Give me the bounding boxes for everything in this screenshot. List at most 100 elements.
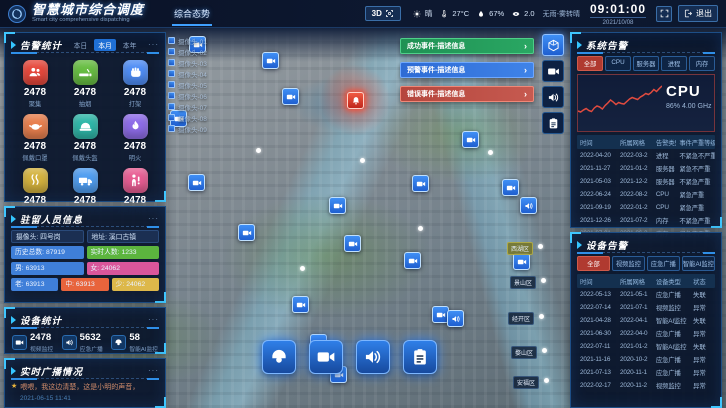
map-device-list-item[interactable]: 摄像头-04 — [168, 69, 207, 78]
panel-menu-button[interactable]: ··· — [148, 40, 159, 49]
alarm-period-tab[interactable]: 本日 — [70, 39, 92, 51]
video-camera-button[interactable] — [309, 340, 343, 374]
alarm-stat-card[interactable]: 2478 明火 — [111, 112, 159, 164]
panel-title: 告警统计 — [20, 38, 62, 52]
system-alarm-tab[interactable]: CPU — [605, 56, 631, 71]
panel-menu-button[interactable]: ··· — [148, 315, 159, 324]
map-device-list-item[interactable]: 摄像头-09 — [168, 124, 207, 133]
alarm-marker[interactable] — [347, 92, 364, 109]
camera-marker[interactable] — [282, 88, 299, 105]
chevron-right-icon[interactable]: › — [524, 90, 527, 99]
district-label: 景山区 — [510, 276, 536, 289]
map-device-list-item[interactable]: 摄像头-03 — [168, 58, 207, 67]
truck-icon — [73, 168, 98, 193]
broadcast-devices-button[interactable] — [542, 86, 564, 108]
table-row[interactable]: 2021-04-28 2022-04-1 智能AI监控 失联 — [577, 314, 715, 327]
event-toast[interactable]: 成功事件-描述信息 › — [400, 38, 534, 54]
alarm-stat-card[interactable]: 2478 佩戴口罩 — [11, 112, 59, 164]
video-monitor-button[interactable] — [542, 60, 564, 82]
event-toast[interactable]: 错误事件-描述信息 › — [400, 86, 534, 102]
speaker-marker[interactable] — [520, 197, 537, 214]
device-alarm-tab[interactable]: 应急广播 — [647, 256, 680, 271]
map-device-list-item[interactable]: 摄像头-07 — [168, 102, 207, 111]
event-toast[interactable]: 预警事件-描述信息 › — [400, 62, 534, 78]
ai-monitor-button[interactable] — [262, 340, 296, 374]
toast-label: 预警事件-描述信息 — [407, 65, 465, 75]
3d-mode-label: 3D — [372, 9, 382, 18]
map-device-list-item[interactable]: 摄像头-05 — [168, 80, 207, 89]
table-row[interactable]: 2022-06-24 2022-08-2 CPU 紧急严重 — [577, 188, 715, 201]
system-alarm-tab[interactable]: 服务器 — [633, 56, 659, 71]
fullscreen-button[interactable] — [656, 6, 672, 22]
cpu-load-chart: CPU 86% 4.00 GHz — [577, 74, 715, 132]
flame-icon — [123, 114, 148, 139]
camera-marker[interactable] — [462, 131, 479, 148]
system-alarm-tab[interactable]: 内存 — [689, 56, 715, 71]
device-stat-item[interactable]: 58 智能AI监控 — [111, 333, 158, 353]
alarm-count: 2478 — [111, 195, 159, 206]
system-alarm-tab[interactable]: 全部 — [577, 56, 603, 71]
camera-marker[interactable] — [412, 175, 429, 192]
table-row[interactable]: 2021-12-26 2021-07-2 内存 不紧急严重 — [577, 214, 715, 227]
dome-icon — [111, 335, 126, 350]
temperature-value: 27°C — [452, 9, 469, 18]
camera-marker[interactable] — [404, 252, 421, 269]
camera-marker[interactable] — [188, 174, 205, 191]
chevron-right-icon[interactable]: › — [524, 42, 527, 51]
camera-marker[interactable] — [344, 235, 361, 252]
alarm-stat-card[interactable]: 2478 抽烟 — [61, 58, 109, 110]
panel-alarm-statistics: 告警统计 本日本月本年 ··· 2478 聚集 2478 抽烟 — [4, 32, 166, 202]
table-row[interactable]: 2021-07-13 2020-11-1 应急广播 异常 — [577, 366, 715, 379]
system-alarm-tabs: 全部CPU服务器进程内存 — [577, 56, 715, 71]
alarm-stat-card[interactable]: 2478 佩戴头盔 — [61, 112, 109, 164]
weather-humidity: 67% — [477, 9, 504, 18]
camera-marker[interactable] — [292, 296, 309, 313]
table-row[interactable]: 2021-11-16 2020-10-2 应急广播 异常 — [577, 353, 715, 366]
event-log-button[interactable] — [542, 112, 564, 134]
alarm-period-tab[interactable]: 本月 — [94, 39, 116, 51]
table-row[interactable]: 2022-07-14 2021-07-1 视频监控 异常 — [577, 301, 715, 314]
device-stat-item[interactable]: 2478 视频监控 — [12, 333, 53, 353]
table-row[interactable]: 2022-04-20 2022-03-2 进程 不紧急不严重 — [577, 149, 715, 162]
map-device-list-item[interactable]: 摄像头-01 — [168, 36, 207, 45]
smoking-icon — [73, 60, 98, 85]
table-row[interactable]: 2022-07-11 2021-01-2 智能AI监控 失联 — [577, 340, 715, 353]
alarm-count: 2478 — [111, 87, 159, 98]
panel-menu-button[interactable]: ··· — [148, 366, 159, 375]
alarm-stat-card[interactable]: 2478 打架 — [111, 58, 159, 110]
alarm-type-label: 聚集 — [11, 99, 59, 108]
camera-marker[interactable] — [513, 253, 530, 270]
alarm-period-tab[interactable]: 本年 — [119, 39, 141, 51]
table-row[interactable]: 2021-11-27 2021-01-2 服务器 紧急不严重 — [577, 162, 715, 175]
table-row[interactable]: 2021-09-19 2022-01-2 CPU 紧急严重 — [577, 201, 715, 214]
3d-view-button[interactable] — [542, 34, 564, 56]
device-alarm-tab[interactable]: 视频监控 — [612, 256, 645, 271]
system-alarm-tab[interactable]: 进程 — [661, 56, 687, 71]
map-device-list-item[interactable]: 摄像头-06 — [168, 91, 207, 100]
table-row[interactable]: 2022-02-17 2020-11-2 视频监控 异常 — [577, 379, 715, 392]
logout-button[interactable]: 退出 — [678, 5, 718, 22]
device-alarm-tab[interactable]: 全部 — [577, 256, 610, 271]
map-device-list-item[interactable]: 摄像头-08 — [168, 113, 207, 122]
event-report-button[interactable] — [403, 340, 437, 374]
camera-marker[interactable] — [262, 52, 279, 69]
3d-mode-toggle[interactable]: 3D — [365, 6, 401, 21]
nav-tab-overview[interactable]: 综合态势 — [172, 1, 212, 26]
panel-menu-button[interactable]: ··· — [148, 214, 159, 223]
alarm-stat-card[interactable]: 2478 聚集 — [11, 58, 59, 110]
chevron-right-icon[interactable]: › — [524, 66, 527, 75]
humidity-value: 67% — [489, 9, 504, 18]
device-alarm-tab[interactable]: 智能AI监控 — [682, 256, 715, 271]
table-row[interactable]: 2022-05-13 2021-05-1 应急广播 失联 — [577, 288, 715, 301]
app-title: 智慧城市综合调度 — [32, 3, 144, 16]
camera-marker[interactable] — [238, 224, 255, 241]
device-stat-item[interactable]: 5632 应急广播 — [62, 333, 103, 353]
event-toast-stack: 成功事件-描述信息 › 预警事件-描述信息 › 错误事件-描述信息 › — [400, 38, 534, 102]
camera-marker[interactable] — [329, 197, 346, 214]
broadcast-button[interactable] — [356, 340, 390, 374]
table-row[interactable]: 2021-06-30 2022-04-0 应急广播 异常 — [577, 327, 715, 340]
speaker-marker[interactable] — [447, 310, 464, 327]
map-device-list-item[interactable]: 摄像头-02 — [168, 47, 207, 56]
table-row[interactable]: 2021-05-03 2021-12-2 服务器 不紧急严重 — [577, 175, 715, 188]
camera-marker[interactable] — [502, 179, 519, 196]
